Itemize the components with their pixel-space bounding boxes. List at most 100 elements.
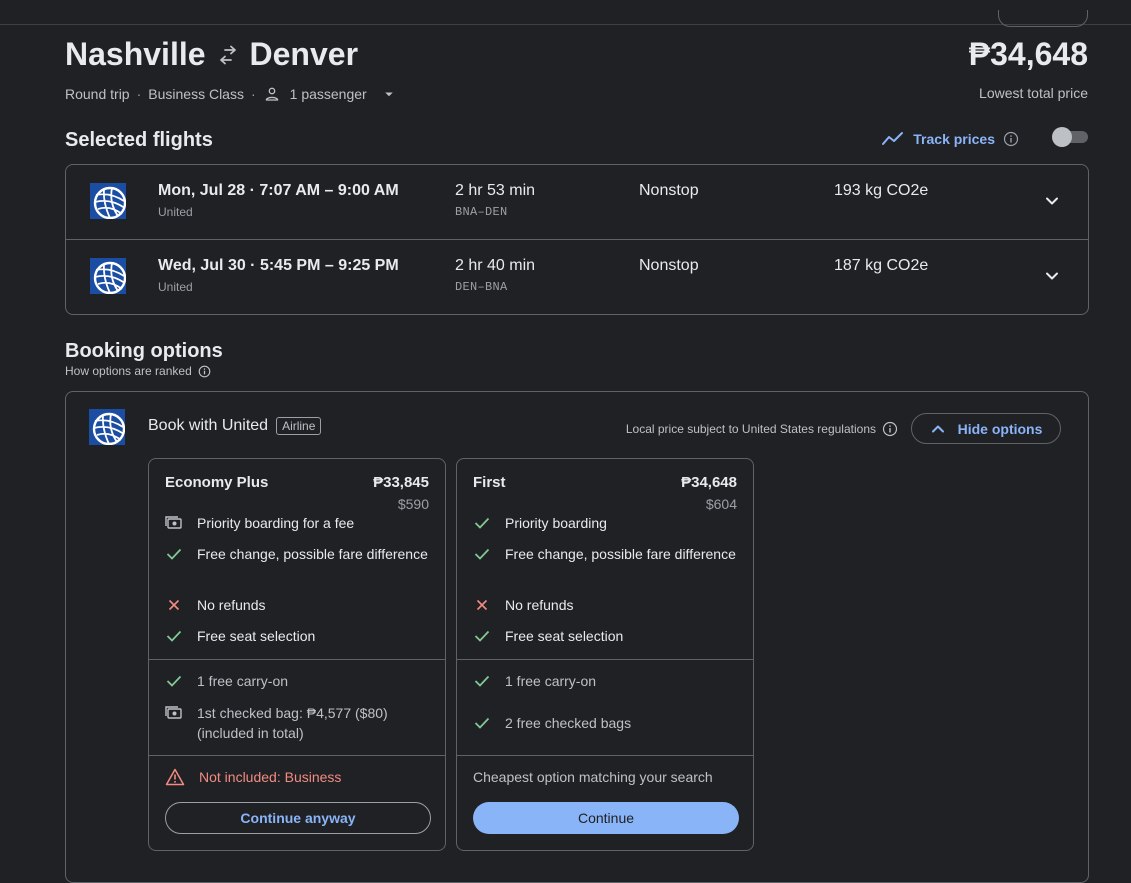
fare-feature-text: Free change, possible fare difference (197, 546, 428, 562)
selected-flights-heading: Selected flights (65, 129, 213, 151)
fare-notice-text: Not included: Business (199, 769, 342, 785)
card-divider (149, 755, 445, 756)
separator-dot: · (136, 86, 142, 102)
chevron-up-icon (931, 425, 944, 432)
flight-time: Mon, Jul 28 · 7:07 AM – 9:00 AM (158, 182, 399, 199)
flight-route: DEN–BNA (455, 280, 508, 294)
fare-name: Economy Plus (165, 474, 269, 491)
fare-feature: Free seat selection (165, 626, 435, 646)
fare-feature-text: Free seat selection (505, 628, 624, 644)
card-divider (149, 659, 445, 660)
info-icon (198, 365, 211, 377)
fare-feature: Free seat selection (473, 626, 743, 646)
expand-chevron-icon[interactable] (1042, 191, 1062, 211)
top-edge-control[interactable] (998, 10, 1088, 27)
check-icon (473, 513, 491, 533)
fare-feature-text: No refunds (505, 597, 574, 613)
flight-time: Wed, Jul 30 · 5:45 PM – 9:25 PM (158, 257, 399, 274)
route-title: Nashville Denver (65, 36, 358, 73)
flight-duration: 2 hr 53 min (455, 182, 536, 199)
baggage-text: 2 free checked bags (505, 715, 632, 731)
check-icon (473, 626, 491, 646)
flight-airline: United (158, 205, 193, 219)
trip-type: Round trip (65, 86, 130, 102)
check-icon (473, 713, 491, 733)
baggage-item: 1 free carry-on (165, 671, 435, 691)
selected-flights-list: Mon, Jul 28 · 7:07 AM – 9:00 AM United 2… (65, 164, 1089, 315)
origin-city: Nashville (65, 36, 206, 72)
fare-feature-text: No refunds (197, 597, 266, 613)
flight-row-outbound[interactable]: Mon, Jul 28 · 7:07 AM – 9:00 AM United 2… (66, 165, 1088, 239)
fare-price-usd: $604 (705, 496, 737, 512)
fare-notice-text: Cheapest option matching your search (473, 769, 713, 785)
fare-feature: Priority boarding (473, 513, 743, 533)
hide-options-button[interactable]: Hide options (911, 413, 1061, 444)
trend-icon (882, 132, 904, 145)
baggage-item: 1st checked bag: ₱4,577 ($80) (included … (165, 703, 435, 743)
money-icon (165, 703, 183, 723)
united-logo-icon (89, 409, 125, 445)
flight-stops: Nonstop (639, 182, 699, 199)
booking-options-heading: Booking options (65, 340, 223, 362)
track-prices-toggle[interactable] (1052, 127, 1089, 147)
card-divider (457, 659, 753, 660)
fare-feature-text: Priority boarding for a fee (197, 515, 355, 531)
info-icon[interactable] (1003, 131, 1019, 147)
destination-city: Denver (249, 36, 359, 72)
flight-route: BNA–DEN (455, 205, 508, 219)
fare-price: ₱34,648 (681, 474, 737, 491)
baggage-text: 1st checked bag: ₱4,577 ($80) (included … (197, 705, 388, 741)
dropdown-arrow-icon (384, 92, 393, 97)
regulation-note: Local price subject to United States reg… (626, 421, 898, 437)
baggage-text: 1 free carry-on (505, 673, 597, 689)
fare-feature: Priority boarding for a fee (165, 513, 435, 533)
toggle-knob (1052, 127, 1072, 147)
continue-button[interactable]: Continue (473, 802, 739, 834)
baggage-text: 1 free carry-on (197, 673, 289, 689)
ranking-info-link[interactable]: How options are ranked (65, 364, 211, 378)
warning-icon (165, 767, 185, 787)
check-icon (473, 544, 491, 564)
fare-price-usd: $590 (397, 496, 429, 512)
fare-price: ₱33,845 (373, 474, 429, 491)
passenger-selector[interactable]: 1 passenger (263, 85, 398, 103)
fare-feature-text: Free seat selection (197, 628, 316, 644)
regulation-text: Local price subject to United States reg… (625, 422, 876, 436)
card-divider (457, 755, 753, 756)
provider-title: Book with United Airline (148, 417, 322, 435)
flight-emissions: 193 kg CO2e (834, 182, 929, 199)
fare-feature-text: Free change, possible fare difference (505, 546, 736, 562)
person-icon (265, 87, 278, 101)
track-prices[interactable]: Track prices (881, 130, 1019, 148)
check-icon (165, 671, 183, 691)
ranking-info-label: How options are ranked (65, 364, 192, 378)
fare-name: First (473, 474, 506, 491)
check-icon (473, 671, 491, 691)
fare-feature: No refunds (473, 595, 743, 615)
continue-anyway-button[interactable]: Continue anyway (165, 802, 431, 834)
provider-type-badge: Airline (276, 417, 322, 435)
united-logo-icon (90, 183, 126, 219)
separator-dot: · (250, 86, 256, 102)
hide-options-label: Hide options (957, 420, 1043, 437)
fare-card-first: First ₱34,648 $604 Priority boarding Fre… (456, 458, 754, 851)
flight-emissions: 187 kg CO2e (834, 257, 929, 274)
money-icon (165, 513, 183, 533)
round-trip-arrows-icon (219, 45, 236, 64)
cross-icon (473, 595, 491, 615)
united-logo-icon (90, 258, 126, 294)
fare-feature: Free change, possible fare difference (165, 544, 435, 564)
fare-notice: Not included: Business (165, 767, 341, 787)
info-icon[interactable] (882, 421, 898, 437)
cabin-class: Business Class (148, 86, 244, 102)
expand-chevron-icon[interactable] (1042, 266, 1062, 286)
passenger-count: 1 passenger (289, 86, 367, 102)
check-icon (165, 626, 183, 646)
fare-feature: Free change, possible fare difference (473, 544, 743, 564)
flight-row-return[interactable]: Wed, Jul 30 · 5:45 PM – 9:25 PM United 2… (66, 239, 1088, 314)
fare-card-economy-plus: Economy Plus ₱33,845 $590 Priority board… (148, 458, 446, 851)
fare-feature-text: Priority boarding (505, 515, 607, 531)
flight-stops: Nonstop (639, 257, 699, 274)
provider-name: Book with United (148, 417, 269, 434)
cross-icon (165, 595, 183, 615)
